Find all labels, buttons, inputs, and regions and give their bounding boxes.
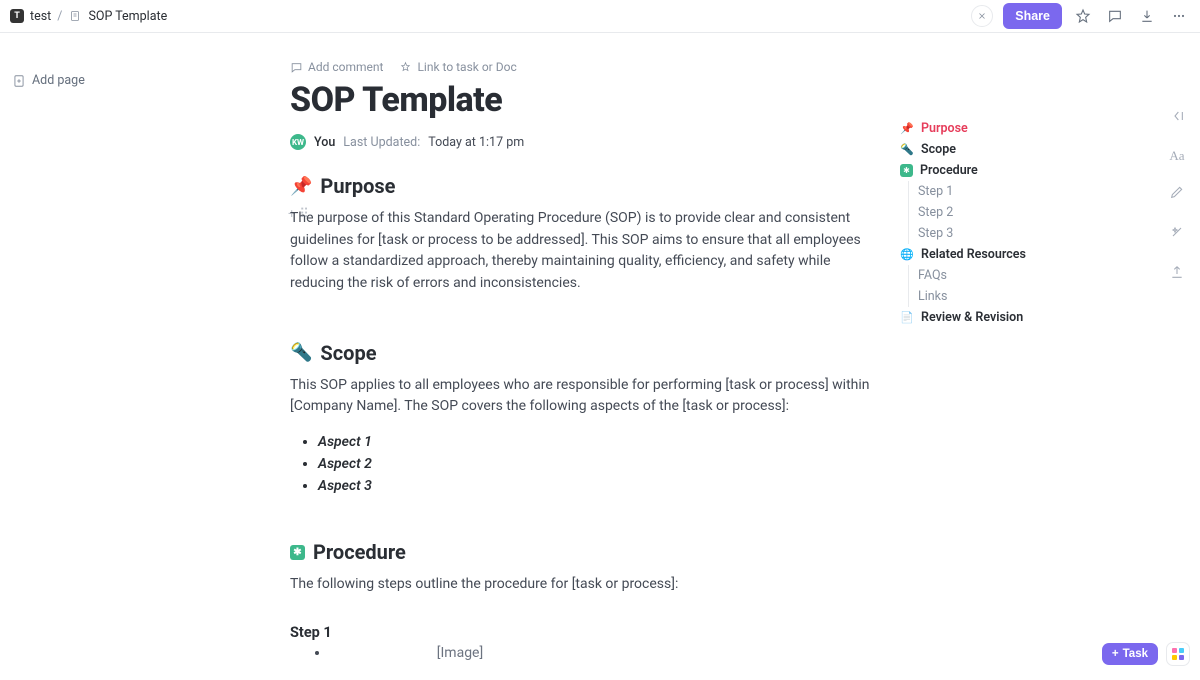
star-icon[interactable] [1072, 5, 1094, 27]
section-purpose: 📌 Purpose The purpose of this Standard O… [290, 174, 870, 295]
outline-panel: 📌 Purpose 🔦 Scope ✱ Procedure Step 1 Ste… [900, 118, 1100, 328]
magic-icon[interactable] [971, 5, 993, 27]
section-body[interactable]: The purpose of this Standard Operating P… [290, 208, 870, 295]
grid-dots-icon [1172, 648, 1184, 660]
outline-item-step2[interactable]: Step 2 [900, 202, 1100, 223]
outline-item-purpose[interactable]: 📌 Purpose [900, 118, 1100, 139]
wand-icon[interactable] [1169, 224, 1185, 244]
share-export-icon[interactable] [1169, 264, 1185, 284]
section-heading[interactable]: ✱ Procedure [290, 540, 870, 564]
asterisk-icon: ✱ [900, 164, 913, 177]
outline-item-faqs[interactable]: FAQs [900, 265, 1100, 286]
outline-item-step1[interactable]: Step 1 [900, 181, 1100, 202]
topbar: T test / SOP Template Share [0, 0, 1200, 33]
link-task-label: Link to task or Doc [417, 60, 516, 74]
left-sidebar: Add page [0, 33, 200, 128]
step-bullets: [Image] [290, 645, 870, 661]
list-item[interactable]: Aspect 1 [318, 434, 870, 450]
section-body[interactable]: This SOP applies to all employees who ar… [290, 375, 870, 418]
doc-icon: 📄 [900, 311, 914, 324]
avatar[interactable]: KW [290, 134, 306, 150]
updated-prefix: Last Updated: [343, 135, 420, 150]
link-task-button[interactable]: Link to task or Doc [399, 60, 516, 74]
new-task-button[interactable]: + Task [1102, 643, 1158, 665]
list-item[interactable]: Aspect 2 [318, 456, 870, 472]
globe-icon: 🌐 [900, 248, 914, 261]
page-title[interactable]: SOP Template [290, 80, 870, 120]
author-label: You [314, 135, 335, 150]
outline-label: Related Resources [921, 247, 1026, 262]
breadcrumb-separator: / [57, 9, 62, 24]
outline-label: Step 3 [918, 226, 953, 241]
image-placeholder: [Image] [330, 645, 590, 661]
updated-value: Today at 1:17 pm [428, 135, 524, 150]
outline-item-links[interactable]: Links [900, 286, 1100, 307]
outline-label: Review & Revision [921, 310, 1023, 325]
outline-item-procedure[interactable]: ✱ Procedure [900, 160, 1100, 181]
collapse-icon[interactable] [1169, 108, 1185, 128]
outline-label: Links [918, 289, 947, 304]
section-scope: 🔦 Scope This SOP applies to all employee… [290, 341, 870, 494]
breadcrumb: T test / SOP Template [10, 9, 167, 24]
workspace-icon[interactable]: T [10, 9, 24, 23]
section-body[interactable]: The following steps outline the procedur… [290, 574, 870, 596]
edit-icon[interactable] [1169, 184, 1185, 204]
top-actions: Share [971, 3, 1190, 29]
outline-label: Purpose [921, 121, 968, 136]
download-icon[interactable] [1136, 5, 1158, 27]
right-toolbar: Aa [1162, 108, 1192, 284]
procedure-step-heading[interactable]: Step 1 [290, 624, 870, 641]
section-title: Purpose [320, 174, 395, 198]
section-heading[interactable]: 🔦 Scope [290, 341, 870, 365]
outline-item-resources[interactable]: 🌐 Related Resources [900, 244, 1100, 265]
document-content: Add comment Link to task or Doc SOP Temp… [290, 60, 870, 661]
outline-item-scope[interactable]: 🔦 Scope [900, 139, 1100, 160]
breadcrumb-doc[interactable]: SOP Template [88, 9, 167, 24]
plus-icon: + [1112, 648, 1119, 660]
add-comment-label: Add comment [308, 60, 383, 74]
list-item[interactable]: [Image] [330, 645, 870, 661]
pin-icon: 📌 [900, 122, 914, 135]
pin-icon: 📌 [290, 176, 312, 197]
breadcrumb-workspace[interactable]: test [30, 9, 51, 24]
flashlight-icon: 🔦 [290, 342, 312, 363]
outline-label: Step 2 [918, 205, 953, 220]
outline-item-step3[interactable]: Step 3 [900, 223, 1100, 244]
more-icon[interactable] [1168, 5, 1190, 27]
section-heading[interactable]: 📌 Purpose [290, 174, 870, 198]
section-procedure: ✱ Procedure The following steps outline … [290, 540, 870, 661]
section-title: Scope [320, 341, 376, 365]
outline-label: Scope [921, 142, 956, 157]
add-page-button[interactable]: Add page [12, 73, 188, 88]
share-button[interactable]: Share [1003, 3, 1062, 29]
byline: KW You Last Updated: Today at 1:17 pm [290, 134, 870, 150]
asterisk-icon: ✱ [290, 545, 305, 560]
doc-icon [68, 9, 82, 23]
task-label: Task [1123, 648, 1148, 660]
section-title: Procedure [313, 540, 406, 564]
flashlight-icon: 🔦 [900, 143, 914, 156]
add-page-label: Add page [32, 73, 85, 88]
outline-label: Step 1 [918, 184, 953, 199]
fab-row: + Task [1102, 642, 1190, 666]
doc-meta-row: Add comment Link to task or Doc [290, 60, 870, 74]
add-comment-button[interactable]: Add comment [290, 60, 383, 74]
list-item[interactable]: Aspect 3 [318, 478, 870, 494]
outline-label: Procedure [920, 163, 978, 178]
outline-label: FAQs [918, 268, 947, 283]
font-style-button[interactable]: Aa [1169, 148, 1184, 164]
comment-icon[interactable] [1104, 5, 1126, 27]
scope-aspect-list: Aspect 1 Aspect 2 Aspect 3 [290, 434, 870, 494]
apps-button[interactable] [1166, 642, 1190, 666]
outline-item-review[interactable]: 📄 Review & Revision [900, 307, 1100, 328]
